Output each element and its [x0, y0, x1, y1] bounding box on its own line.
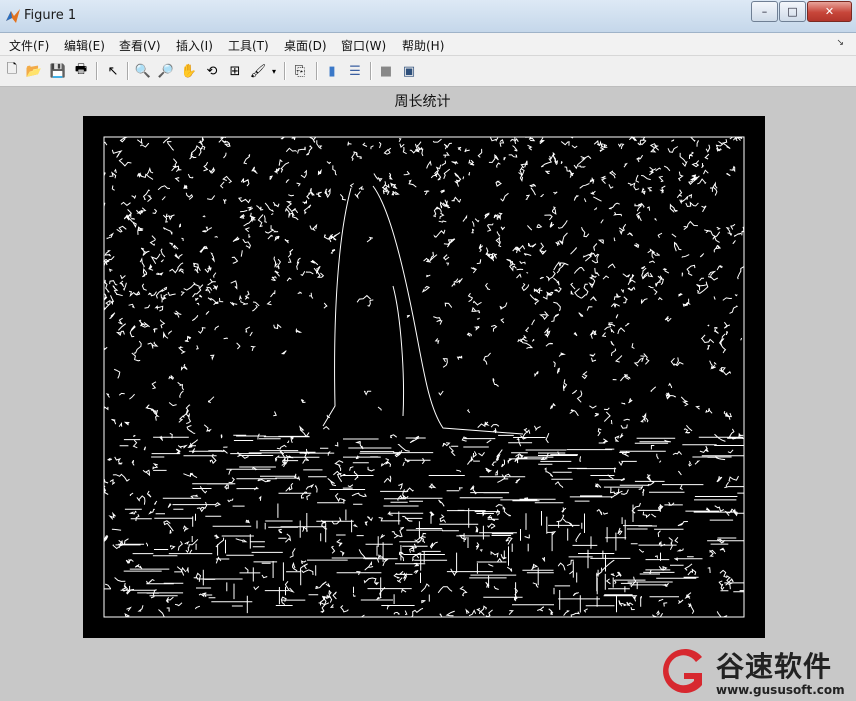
- watermark-text: 谷速软件: [716, 650, 833, 683]
- plot-title: 周长统计: [394, 94, 451, 110]
- data-cursor-icon[interactable]: ⊞: [226, 62, 244, 80]
- menu-tools[interactable]: 工具(T): [228, 37, 269, 54]
- maximize-button[interactable]: □: [779, 1, 806, 22]
- menu-edit[interactable]: 编辑(E): [64, 37, 105, 54]
- open-file-icon[interactable]: 📂: [25, 62, 43, 80]
- toolbar-separator: [96, 62, 98, 80]
- menu-help[interactable]: 帮助(H): [402, 37, 444, 54]
- link-plot-icon[interactable]: ⎘: [291, 62, 309, 80]
- edge-lines: [103, 135, 745, 618]
- pointer-icon[interactable]: ↖: [104, 62, 122, 80]
- brush-icon[interactable]: 🖌: [249, 62, 267, 80]
- gusu-logo-icon: [663, 649, 702, 693]
- window-controls: – □ ✕: [750, 1, 852, 22]
- window-titlebar: Figure 1 – □ ✕: [0, 0, 856, 33]
- matlab-app-icon: [6, 9, 20, 23]
- new-figure-icon[interactable]: 🗋: [3, 62, 21, 80]
- pan-hand-icon[interactable]: ✋: [180, 62, 198, 80]
- menu-view[interactable]: 查看(V): [119, 37, 161, 54]
- toolbar-separator: [284, 62, 286, 80]
- save-icon[interactable]: 💾: [49, 62, 67, 80]
- waterfall-outline: [322, 185, 524, 435]
- menu-overflow-icon[interactable]: ↘: [836, 38, 844, 48]
- brush-dropdown-icon[interactable]: ▾: [269, 62, 279, 80]
- toolbar-separator: [370, 62, 372, 80]
- zoom-out-icon[interactable]: 🔎: [157, 62, 175, 80]
- close-button[interactable]: ✕: [807, 1, 852, 22]
- rotate-3d-icon[interactable]: ⟲: [203, 62, 221, 80]
- zoom-in-icon[interactable]: 🔍: [134, 62, 152, 80]
- figure-toolbar: 🗋 📂 💾 🖶 ↖ 🔍 🔎 ✋ ⟲ ⊞ 🖌 ▾ ⎘ ▮ ☰ ■ ▣: [0, 56, 856, 87]
- watermark: 谷速软件 www.gususoft.com: [654, 641, 856, 701]
- show-plot-tools-icon[interactable]: ▣: [400, 62, 418, 80]
- toolbar-separator: [127, 62, 129, 80]
- toolbar-separator: [316, 62, 318, 80]
- menu-bar: 文件(F) 编辑(E) 查看(V) 插入(I) 工具(T) 桌面(D) 窗口(W…: [0, 33, 856, 56]
- legend-icon[interactable]: ☰: [346, 62, 364, 80]
- menu-file[interactable]: 文件(F): [9, 37, 49, 54]
- edge-image-axes[interactable]: [83, 116, 765, 638]
- window-title: Figure 1: [24, 8, 77, 23]
- menu-desktop[interactable]: 桌面(D): [284, 37, 327, 54]
- watermark-url: www.gususoft.com: [716, 683, 845, 697]
- menu-window[interactable]: 窗口(W): [341, 37, 386, 54]
- edge-detection-image: [103, 135, 745, 618]
- hide-plot-tools-icon[interactable]: ■: [377, 62, 395, 80]
- print-icon[interactable]: 🖶: [72, 62, 90, 80]
- minimize-button[interactable]: –: [751, 1, 778, 22]
- colorbar-icon[interactable]: ▮: [323, 62, 341, 80]
- menu-insert[interactable]: 插入(I): [176, 37, 213, 54]
